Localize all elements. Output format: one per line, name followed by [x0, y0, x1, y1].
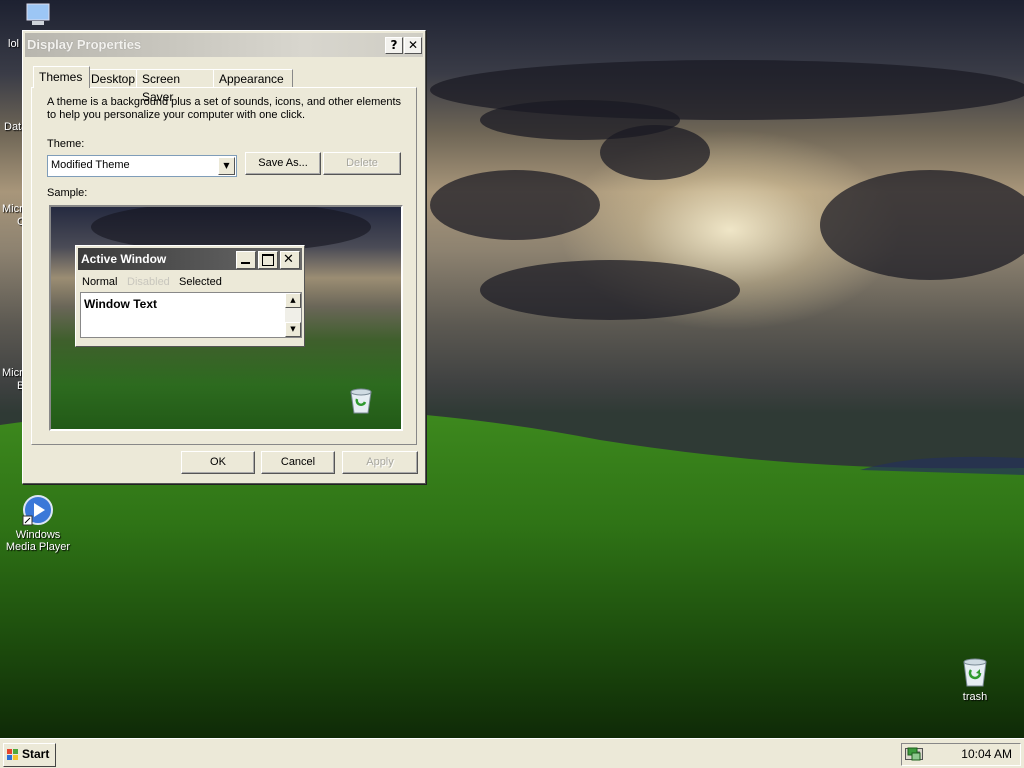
theme-dropdown-value: Modified Theme: [51, 159, 130, 171]
theme-sample-preview: Active Window ✕ Normal Disabled Selected…: [49, 205, 403, 431]
desktop-icon-trash[interactable]: trash: [938, 656, 1012, 703]
cancel-button[interactable]: Cancel: [261, 451, 335, 474]
scroll-up-icon: ▲: [285, 293, 301, 308]
taskbar: Start 10:04 AM: [0, 738, 1024, 768]
sample-label: Sample:: [47, 187, 88, 199]
desktop-icon-windows-media-player[interactable]: Windows Media Player: [1, 494, 75, 553]
network-icon[interactable]: [907, 747, 921, 764]
recycle-bin-icon: [959, 656, 991, 688]
sample-menu-normal: Normal: [82, 276, 118, 288]
dialog-title: Display Properties: [27, 37, 142, 52]
media-player-icon: [22, 494, 54, 526]
theme-description: A theme is a background plus a set of so…: [47, 96, 402, 108]
delete-button[interactable]: Delete: [323, 152, 401, 175]
sample-window-title: Active Window: [81, 252, 167, 266]
maximize-icon: [258, 251, 278, 269]
apply-button[interactable]: Apply: [342, 451, 418, 474]
display-properties-dialog: Display Properties ? ✕ Themes Desktop Sc…: [22, 30, 426, 484]
desktop-icon-label: trash: [962, 691, 988, 703]
theme-dropdown[interactable]: Modified Theme ▼: [47, 155, 237, 177]
help-button[interactable]: ?: [385, 37, 403, 54]
desktop-icon-label: Windows Media Player: [5, 529, 71, 553]
tab-desktop[interactable]: Desktop: [85, 69, 140, 88]
sample-window-text: Window Text: [84, 297, 157, 311]
recycle-bin-icon: [347, 387, 375, 418]
windows-flag-icon: [7, 749, 18, 760]
sample-active-window: Active Window ✕ Normal Disabled Selected…: [75, 245, 305, 347]
sample-window-text-area: Window Text ▲ ▼: [80, 292, 302, 338]
dialog-title-bar[interactable]: Display Properties ? ✕: [25, 33, 423, 57]
save-as-button[interactable]: Save As...: [245, 152, 321, 175]
close-icon: ✕: [280, 251, 300, 269]
system-tray: 10:04 AM: [901, 743, 1021, 766]
start-label: Start: [22, 747, 50, 761]
tab-appearance[interactable]: Appearance: [213, 69, 293, 88]
taskbar-clock[interactable]: 10:04 AM: [961, 747, 1012, 761]
sample-menu-disabled: Disabled: [127, 276, 170, 288]
sample-menu-selected: Selected: [179, 276, 222, 288]
sample-title-bar: Active Window ✕: [78, 248, 302, 270]
start-button[interactable]: Start: [3, 743, 56, 767]
sample-scrollbar: ▲ ▼: [285, 293, 301, 337]
theme-label: Theme:: [47, 138, 85, 150]
my-computer-icon[interactable]: [24, 2, 54, 28]
chevron-down-icon[interactable]: ▼: [218, 157, 235, 175]
tab-themes[interactable]: Themes: [33, 66, 90, 88]
theme-description: to help you personalize your computer wi…: [47, 109, 306, 121]
close-button[interactable]: ✕: [404, 37, 422, 54]
scroll-down-icon: ▼: [285, 322, 301, 337]
tab-screen-saver[interactable]: Screen Saver: [136, 69, 218, 104]
ok-button[interactable]: OK: [181, 451, 255, 474]
minimize-icon: [236, 251, 256, 269]
desktop-icon-label-partial[interactable]: lol: [8, 38, 19, 50]
